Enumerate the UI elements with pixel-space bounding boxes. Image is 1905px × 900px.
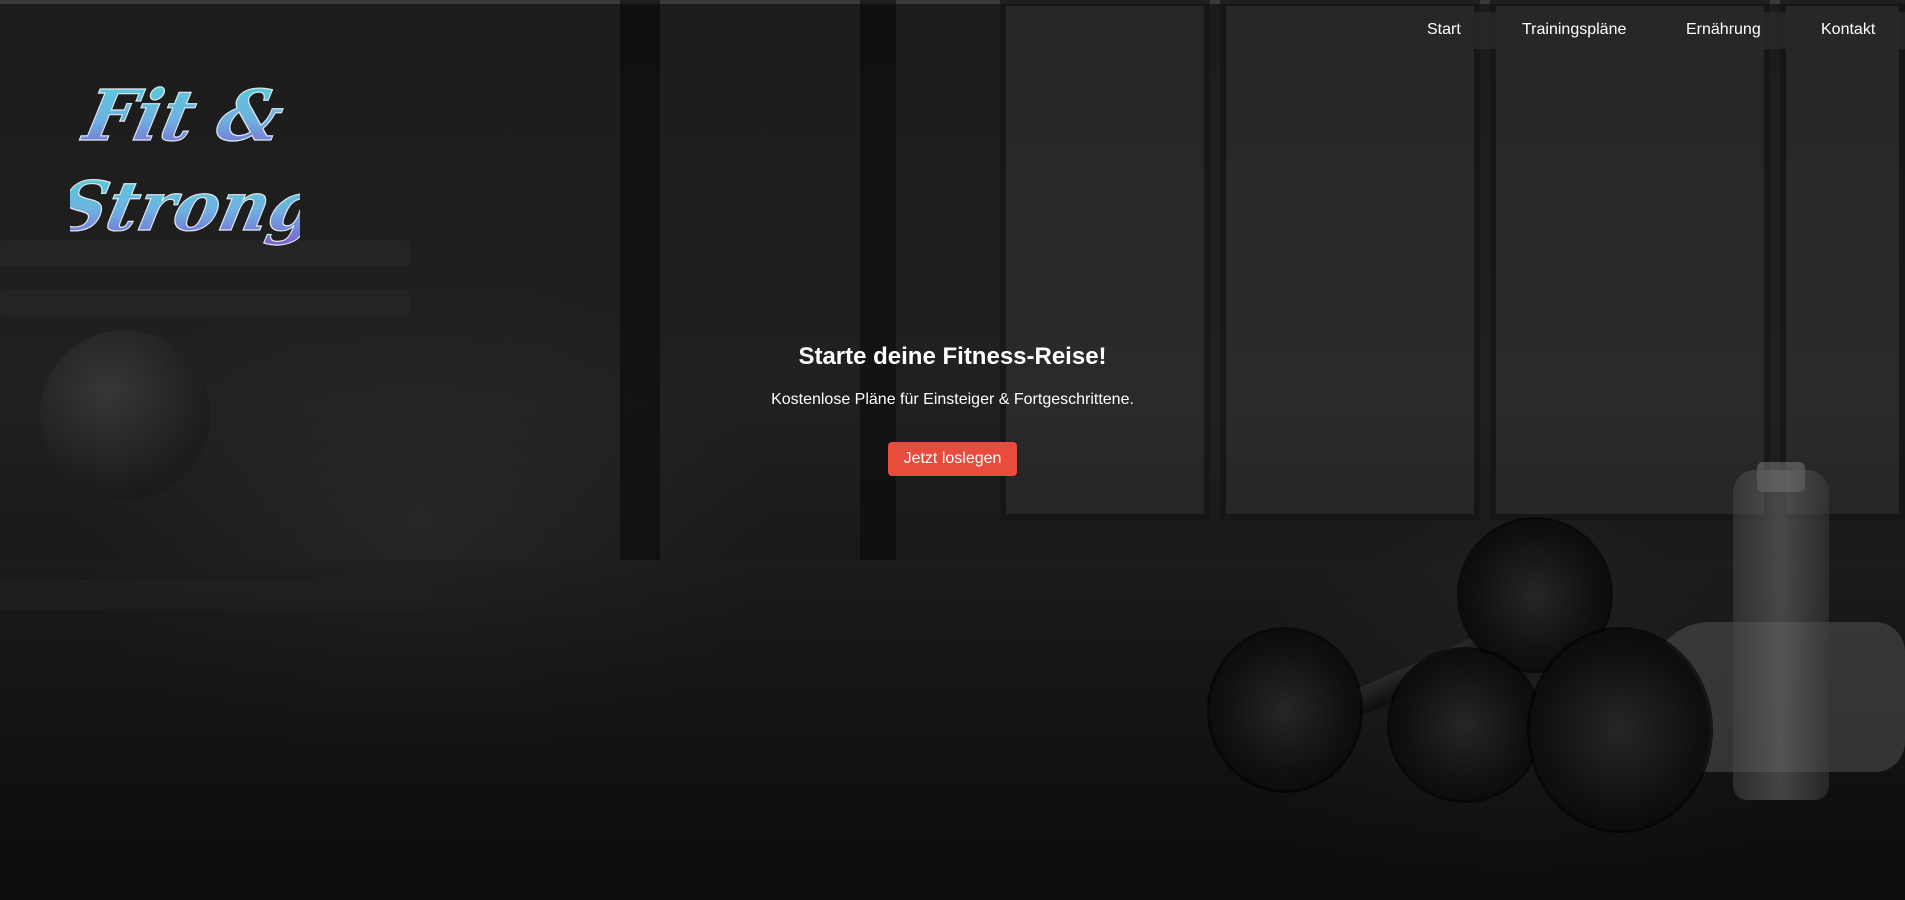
hero-section: Fit & Strong Start Trainingspläne Ernähr… — [0, 0, 1905, 900]
nav-item-start[interactable]: Start — [1427, 21, 1461, 39]
nav-item-trainingsplaene[interactable]: Trainingspläne — [1522, 21, 1626, 39]
background-window — [1000, 0, 1210, 520]
get-started-button[interactable]: Jetzt loslegen — [888, 442, 1017, 476]
background-window — [1490, 0, 1770, 520]
dumbbell-plate — [1390, 650, 1540, 800]
dumbbell-plate — [1530, 630, 1710, 830]
background-window — [1220, 0, 1480, 520]
dumbbell-plate — [1210, 630, 1360, 790]
background-bottle — [1733, 470, 1829, 800]
background-rack — [0, 290, 410, 316]
nav-item-ernaehrung[interactable]: Ernährung — [1686, 21, 1761, 39]
logo-line-2: Strong — [70, 167, 300, 247]
hero-title: Starte deine Fitness-Reise! — [798, 343, 1107, 370]
nav-item-kontakt[interactable]: Kontakt — [1821, 21, 1875, 39]
logo-line-1: Fit & — [75, 75, 291, 157]
background-pillar — [620, 0, 660, 560]
fit-and-strong-logo[interactable]: Fit & Strong — [70, 60, 300, 270]
hero-subtitle: Kostenlose Pläne für Einsteiger & Fortge… — [771, 391, 1134, 408]
background-pillar — [860, 0, 896, 560]
main-navigation: Start Trainingspläne Ernährung Kontakt — [1397, 12, 1905, 49]
background-window — [1780, 0, 1905, 520]
